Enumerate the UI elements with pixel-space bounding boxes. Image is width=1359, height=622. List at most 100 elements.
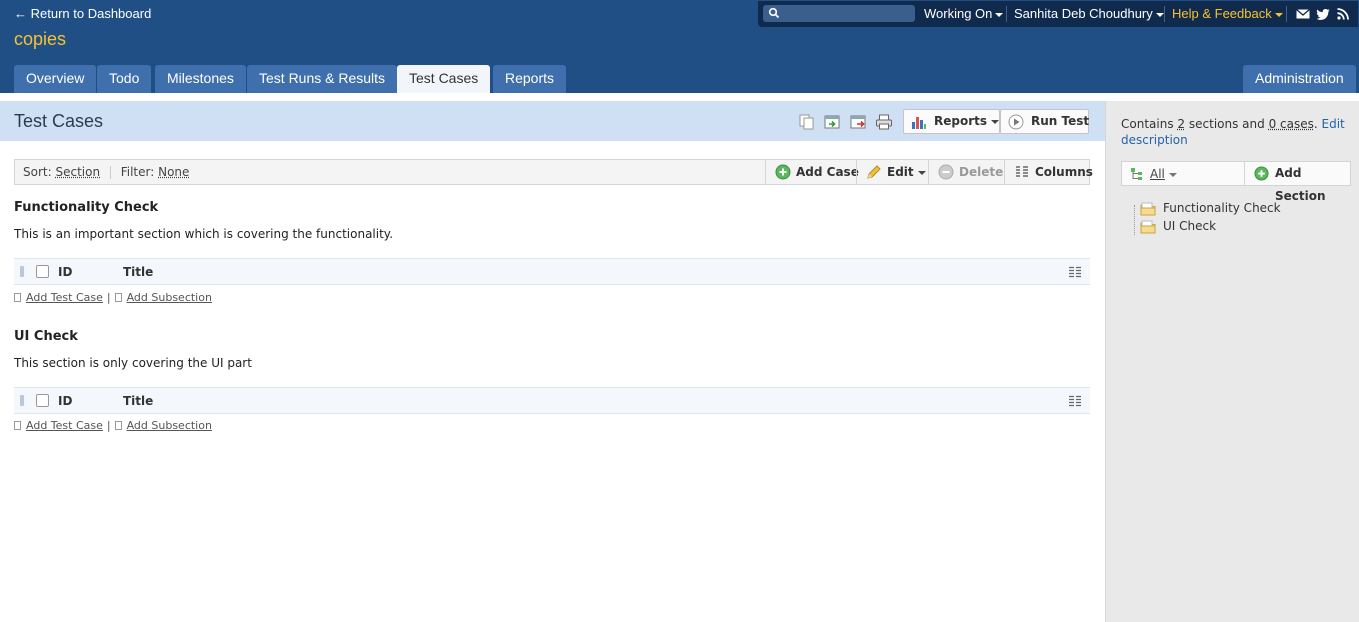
page-title-bar: Test Cases Reports Run Test: [0, 101, 1105, 141]
drag-handle[interactable]: [20, 266, 24, 277]
tab-reports[interactable]: Reports: [493, 65, 567, 93]
tree-icon: [1131, 168, 1142, 180]
tab-milestones[interactable]: Milestones: [155, 65, 246, 93]
export-icon[interactable]: [849, 113, 867, 131]
reports-button[interactable]: Reports: [903, 109, 1000, 134]
divider: [1286, 6, 1287, 22]
divider: [109, 166, 111, 179]
twitter-icon[interactable]: [1316, 7, 1330, 21]
add-case-button[interactable]: Add Case: [765, 160, 859, 184]
columns-label: Columns: [1035, 165, 1093, 179]
document-icon: [114, 293, 122, 302]
bar-chart-icon: [912, 117, 926, 129]
edit-button[interactable]: Edit: [856, 160, 928, 184]
delete-icon: [938, 164, 954, 180]
grid-header: ID Title: [14, 258, 1090, 285]
user-menu[interactable]: Sanhita Deb Choudhury: [1014, 6, 1164, 21]
delete-label: Delete: [959, 165, 1004, 179]
sections-and-label: sections and: [1188, 117, 1265, 131]
grid-header: ID Title: [14, 387, 1090, 414]
filter-link[interactable]: None: [158, 165, 189, 179]
column-title[interactable]: Title: [123, 394, 153, 408]
chevron-down-icon: [1168, 172, 1177, 177]
chevron-down-icon: [1274, 12, 1283, 17]
project-name[interactable]: copies: [14, 29, 66, 50]
folder-icon: [1140, 202, 1156, 216]
section-toolbar: All Add Section: [1121, 161, 1351, 203]
chevron-down-icon: [917, 170, 926, 175]
column-title[interactable]: Title: [123, 265, 153, 279]
columns-button[interactable]: Columns: [1004, 160, 1093, 184]
search-icon: [768, 7, 780, 19]
tab-test-cases[interactable]: Test Cases: [397, 65, 491, 93]
app-header: ← Return to Dashboard copies Working On …: [0, 0, 1359, 93]
delete-button[interactable]: Delete: [928, 160, 1004, 184]
working-on-label: Working On: [924, 6, 993, 21]
top-bar: Working On Sanhita Deb Choudhury Help & …: [758, 1, 1358, 27]
document-icon: [14, 293, 21, 302]
divider: [1006, 6, 1007, 22]
folder-icon: [1140, 220, 1156, 234]
add-subsection-link[interactable]: Add Subsection: [127, 291, 212, 304]
page-title: Test Cases: [14, 111, 104, 131]
sort-label: Sort:: [23, 165, 52, 179]
section-description: This section is only covering the UI par…: [14, 356, 252, 370]
drag-handle[interactable]: [20, 395, 24, 406]
select-all-checkbox[interactable]: [36, 265, 49, 278]
pencil-icon: [867, 165, 881, 179]
sort-link[interactable]: Section: [55, 165, 100, 179]
document-icon: [14, 421, 21, 430]
select-all-checkbox[interactable]: [36, 394, 49, 407]
column-id[interactable]: ID: [58, 394, 72, 408]
working-on-menu[interactable]: Working On: [924, 6, 1004, 21]
print-icon[interactable]: [875, 113, 893, 131]
tab-overview[interactable]: Overview: [14, 65, 97, 93]
add-subsection-link[interactable]: Add Subsection: [127, 419, 212, 432]
sidebar: Contains 2 sections and 0 cases. Edit de…: [1105, 101, 1359, 622]
columns-icon[interactable]: [1068, 395, 1082, 407]
search-box[interactable]: [763, 5, 915, 22]
tab-test-runs-results[interactable]: Test Runs & Results: [247, 65, 398, 93]
tree-item-label: UI Check: [1163, 219, 1217, 233]
tab-administration[interactable]: Administration: [1243, 65, 1356, 93]
filter-label: Filter:: [120, 165, 155, 179]
divider: [1164, 6, 1165, 22]
cases-toolbar: Sort: Section Filter: None Add Case Edit…: [14, 159, 1093, 185]
edit-label: Edit: [887, 165, 914, 179]
email-icon[interactable]: [1296, 7, 1310, 21]
section-count: 2: [1177, 117, 1186, 131]
add-links: Add Test Case | Add Subsection: [14, 291, 212, 304]
chevron-down-icon: [995, 12, 1004, 17]
help-feedback-label: Help & Feedback: [1172, 6, 1272, 21]
add-section-label: Add Section: [1275, 166, 1326, 203]
add-test-case-link[interactable]: Add Test Case: [26, 419, 103, 432]
rss-icon[interactable]: [1336, 7, 1350, 21]
add-icon: [775, 164, 791, 180]
section-title: UI Check: [14, 329, 78, 344]
add-case-label: Add Case: [796, 165, 859, 179]
document-icon: [114, 421, 122, 430]
add-icon: [1254, 166, 1269, 181]
return-to-dashboard-link[interactable]: ← Return to Dashboard: [14, 6, 151, 21]
add-test-case-link[interactable]: Add Test Case: [26, 291, 103, 304]
suite-summary: Contains 2 sections and 0 cases. Edit de…: [1121, 117, 1345, 147]
user-name: Sanhita Deb Choudhury: [1014, 6, 1153, 21]
chevron-down-icon: [1155, 12, 1164, 17]
column-id[interactable]: ID: [58, 265, 72, 279]
section-title: Functionality Check: [14, 200, 159, 215]
filter-all-label: All: [1150, 167, 1165, 181]
columns-icon: [1016, 166, 1028, 177]
add-links: Add Test Case | Add Subsection: [14, 419, 212, 432]
case-count: 0 cases: [1268, 117, 1314, 131]
columns-icon[interactable]: [1068, 266, 1082, 278]
tab-todo[interactable]: Todo: [97, 65, 152, 93]
search-input[interactable]: [781, 6, 911, 21]
import-icon[interactable]: [823, 113, 841, 131]
run-test-button[interactable]: Run Test: [1000, 109, 1089, 134]
filter-all-dropdown[interactable]: All: [1150, 167, 1177, 181]
sort-filter: Sort: Section Filter: None: [23, 165, 189, 179]
help-feedback-menu[interactable]: Help & Feedback: [1172, 6, 1283, 21]
play-icon: [1008, 114, 1024, 130]
add-section-button[interactable]: Add Section: [1244, 162, 1351, 203]
copy-icon[interactable]: [798, 113, 816, 131]
